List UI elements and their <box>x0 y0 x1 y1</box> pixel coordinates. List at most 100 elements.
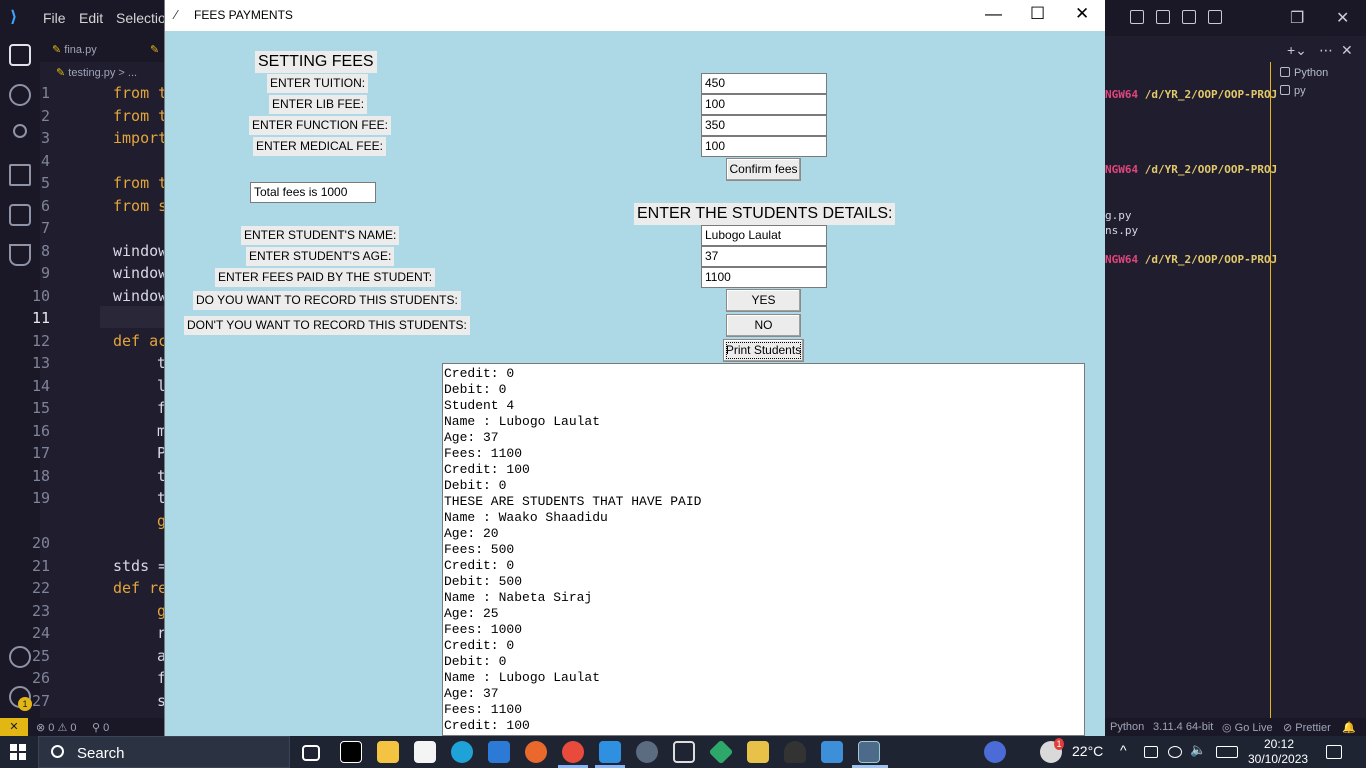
code-line[interactable]: def re <box>113 579 167 597</box>
mail-icon[interactable] <box>488 741 510 763</box>
yes-button[interactable]: YES <box>726 289 801 312</box>
confirm-fees-button[interactable]: Confirm fees <box>726 158 801 181</box>
line-number: 4 <box>40 152 50 170</box>
app-icon[interactable] <box>821 741 843 763</box>
code-line[interactable]: stds = <box>113 557 167 575</box>
edge-icon[interactable] <box>451 741 473 763</box>
line-number: 2 <box>40 107 50 125</box>
tk-feather-icon: ∕ <box>175 7 178 22</box>
code-line[interactable]: from t <box>113 174 167 192</box>
breadcrumb[interactable]: ✎ testing.py > ... <box>56 66 137 79</box>
tab-fina-py[interactable]: ✎ fina.py <box>52 43 97 56</box>
clock-date[interactable]: 30/10/2023 <box>1248 752 1308 766</box>
editor-tabs: ✎ fina.py ✎ <box>40 36 165 62</box>
file-explorer-icon[interactable] <box>377 741 399 763</box>
code-line[interactable]: from s <box>113 197 167 215</box>
notifications-icon[interactable]: 🔔 <box>1342 721 1356 734</box>
terminal-list-item[interactable]: py <box>1280 85 1306 97</box>
code-line[interactable]: window <box>113 287 167 305</box>
student-name-input[interactable]: Lubogo Laulat <box>701 225 827 246</box>
output-line: Credit: 0 <box>444 638 515 653</box>
student-age-input[interactable]: 37 <box>701 246 827 267</box>
close-panel-icon[interactable]: ✕ <box>1341 42 1353 59</box>
remote-indicator[interactable]: ✕ <box>0 718 28 736</box>
code-line[interactable]: window <box>113 264 167 282</box>
go-live-button[interactable]: ◎ Go Live <box>1222 721 1273 734</box>
code-line[interactable]: def ac <box>113 332 167 350</box>
line-number: 23 <box>31 602 50 620</box>
code-line[interactable]: from t <box>113 107 167 125</box>
window-title: FEES PAYMENTS <box>194 8 293 22</box>
print-students-button[interactable]: Print Students <box>723 339 804 362</box>
weather-temperature[interactable]: 22°C <box>1072 743 1103 759</box>
problems-indicator[interactable]: ⊗ 0 ⚠ 0 <box>36 721 77 734</box>
menu-selection[interactable]: Selectio <box>116 10 166 26</box>
linux-icon[interactable] <box>784 741 806 763</box>
line-number: 20 <box>31 534 50 552</box>
firefox-icon[interactable] <box>525 741 547 763</box>
vscode-restore-icon[interactable]: ❐ <box>1290 8 1304 28</box>
tuition-input[interactable]: 450 <box>701 73 827 94</box>
more-actions-icon[interactable]: ⋯ <box>1319 42 1333 59</box>
virtualbox-icon[interactable] <box>673 741 695 763</box>
maximize-icon[interactable]: ☐ <box>1030 4 1045 24</box>
windows-start-icon[interactable] <box>10 744 26 760</box>
explorer-icon[interactable] <box>9 44 31 66</box>
output-line: Age: 37 <box>444 430 499 445</box>
notifications-icon[interactable] <box>1326 745 1342 759</box>
new-terminal-icon[interactable]: +⌄ <box>1287 42 1307 59</box>
terminal-list-item[interactable]: Python <box>1280 67 1328 79</box>
pycharm-icon[interactable] <box>340 741 362 763</box>
app-icon[interactable] <box>708 739 734 765</box>
output-line: Debit: 500 <box>444 574 523 589</box>
vscode-close-icon[interactable]: ✕ <box>1336 8 1349 28</box>
line-number: 5 <box>40 174 50 192</box>
code-line[interactable]: from t <box>113 84 167 102</box>
fees-paid-input[interactable]: 1100 <box>701 267 827 288</box>
line-number: 16 <box>31 422 50 440</box>
no-button[interactable]: NO <box>726 314 801 337</box>
chrome-icon[interactable] <box>562 741 584 763</box>
prettier-button[interactable]: ⊘ Prettier <box>1283 721 1331 734</box>
output-line: Name : Lubogo Laulat <box>444 414 601 429</box>
output-line: Debit: 0 <box>444 478 507 493</box>
minimize-icon[interactable]: — <box>985 4 1002 24</box>
customize-layout-icon[interactable] <box>1208 10 1222 24</box>
code-line[interactable]: import <box>113 129 167 147</box>
current-line-highlight <box>100 306 165 328</box>
toggle-panel-icon[interactable] <box>1156 10 1170 24</box>
tray-expand-icon[interactable]: ^ <box>1120 742 1127 758</box>
vscode-taskbar-icon[interactable] <box>599 741 621 763</box>
help-icon[interactable] <box>984 741 1006 763</box>
code-line[interactable]: window <box>113 242 167 260</box>
tuition-label: ENTER TUITION: <box>267 74 369 93</box>
python-tk-icon[interactable] <box>858 741 880 763</box>
students-output-text[interactable]: Credit: 0 Debit: 0 Student 4 Name : Lubogo … <box>442 363 1085 736</box>
window-titlebar[interactable]: ∕ FEES PAYMENTS — ☐ ✕ <box>165 0 1105 31</box>
function-fee-input[interactable]: 350 <box>701 115 827 136</box>
python-version[interactable]: 3.11.4 64-bit <box>1153 721 1213 733</box>
toggle-secondary-sidebar-icon[interactable] <box>1182 10 1196 24</box>
task-view-icon[interactable] <box>302 745 320 761</box>
battery-icon[interactable] <box>1144 746 1158 758</box>
taskbar-search[interactable]: Search <box>38 736 290 768</box>
app-icon[interactable] <box>747 741 769 763</box>
close-icon[interactable]: ✕ <box>1075 4 1089 24</box>
language-mode[interactable]: Python <box>1110 721 1144 733</box>
lib-fee-input[interactable]: 100 <box>701 94 827 115</box>
ports-indicator[interactable]: ⚲ 0 <box>92 721 109 734</box>
toggle-sidebar-icon[interactable] <box>1130 10 1144 24</box>
microsoft-store-icon[interactable] <box>414 741 436 763</box>
menu-file[interactable]: File <box>43 10 66 26</box>
medical-fee-input[interactable]: 100 <box>701 136 827 157</box>
vscode-logo-icon: ⟩ <box>10 9 18 26</box>
app-icon[interactable] <box>636 741 658 763</box>
clock-time[interactable]: 20:12 <box>1264 737 1294 751</box>
network-icon[interactable] <box>1168 746 1182 758</box>
panel-divider[interactable] <box>1270 62 1271 718</box>
output-line: Fees: 1100 <box>444 702 523 717</box>
volume-icon[interactable]: 🔈 <box>1190 742 1206 758</box>
broadcast-icon: ◎ <box>1222 722 1235 734</box>
keyboard-icon[interactable] <box>1216 746 1238 758</box>
menu-edit[interactable]: Edit <box>79 10 103 26</box>
